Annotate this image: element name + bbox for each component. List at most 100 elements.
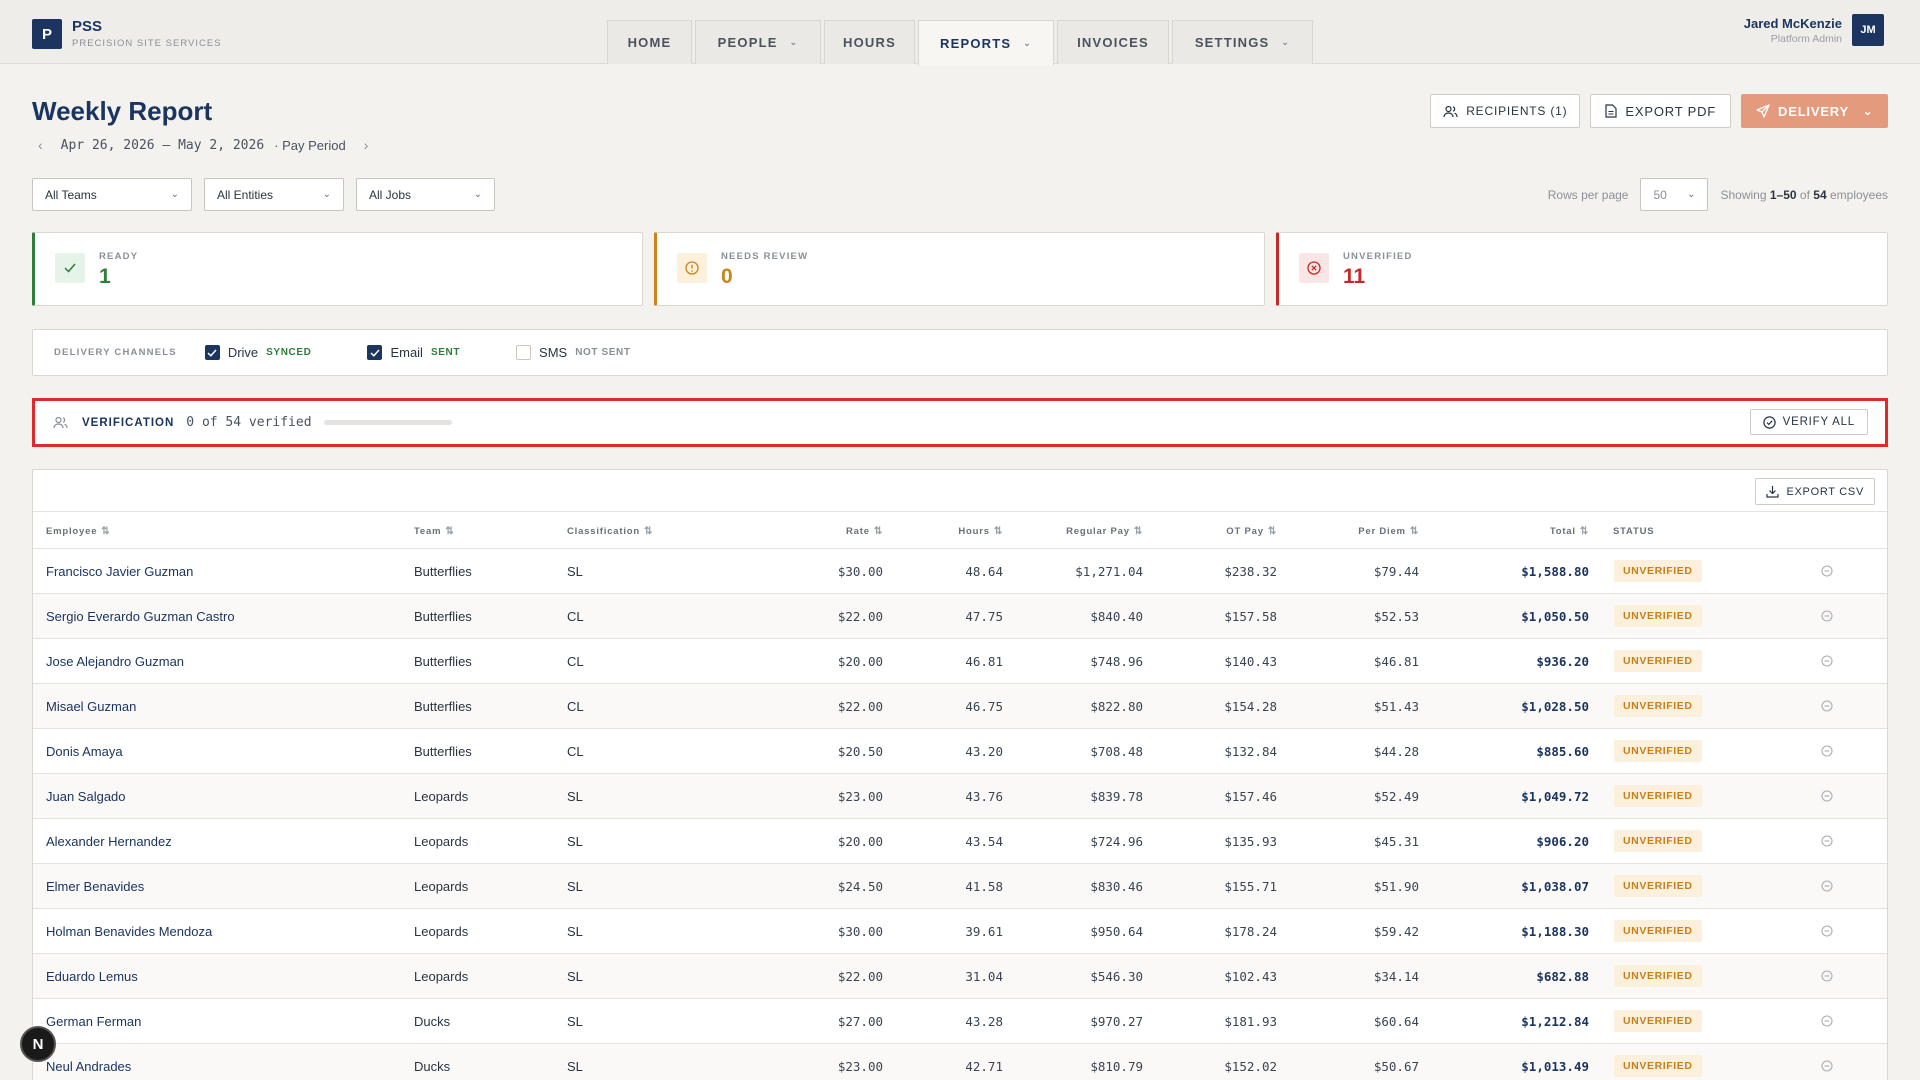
stat-card-unverified[interactable]: UNVERIFIED 11 xyxy=(1276,232,1888,306)
recipients-button[interactable]: RECIPIENTS (1) xyxy=(1430,94,1581,128)
cell-total: $1,013.49 xyxy=(1521,1059,1589,1074)
x-circle-icon xyxy=(1299,253,1329,283)
minus-circle-icon[interactable] xyxy=(1821,924,1833,942)
cell-team: Leopards xyxy=(414,969,469,984)
table-row[interactable]: Elmer Benavides Leopards SL $24.50 41.58 $830… xyxy=(33,864,1887,909)
table-row[interactable]: Francisco Javier Guzman Butterflies SL $30.… xyxy=(33,549,1887,594)
cell-employee[interactable]: Misael Guzman xyxy=(46,699,136,714)
minus-circle-icon[interactable] xyxy=(1821,969,1833,987)
cell-employee[interactable]: Sergio Everardo Guzman Castro xyxy=(46,609,235,624)
cell-classification: SL xyxy=(567,879,583,894)
nav-tab-hours[interactable]: HOURS xyxy=(824,20,915,64)
nav-tab-label: SETTINGS xyxy=(1194,35,1270,50)
teams-select[interactable]: All Teams ⌄ xyxy=(32,178,192,211)
nav-tab-invoices[interactable]: INVOICES xyxy=(1057,20,1169,64)
verify-all-button[interactable]: VERIFY ALL xyxy=(1749,409,1868,435)
entities-select[interactable]: All Entities ⌄ xyxy=(204,178,344,211)
minus-circle-icon[interactable] xyxy=(1821,1014,1833,1032)
channel-email[interactable]: Email SENT xyxy=(367,345,460,360)
table-row[interactable]: Sergio Everardo Guzman Castro Butterflies… xyxy=(33,594,1887,639)
minus-circle-icon[interactable] xyxy=(1821,564,1833,582)
nav-tab-label: REPORTS xyxy=(940,35,1012,51)
column-label: Rate xyxy=(846,526,870,537)
minus-circle-icon[interactable] xyxy=(1821,834,1833,852)
table-row[interactable]: Juan Salgado Leopards SL $23.00 43.76 $839.78… xyxy=(33,774,1887,819)
floating-action-button[interactable]: N xyxy=(20,1026,56,1062)
nav-tab-people[interactable]: PEOPLE ⌄ xyxy=(695,20,821,64)
sort-icon: ⇅ xyxy=(873,526,883,537)
table-row[interactable]: Neul Andrades Ducks SL $23.00 42.71 $810.79 $1… xyxy=(33,1044,1887,1080)
chevron-right-icon[interactable]: › xyxy=(364,137,369,153)
cell-classification: SL xyxy=(567,924,583,939)
sms-checkbox[interactable] xyxy=(516,345,532,360)
cell-employee[interactable]: Donis Amaya xyxy=(46,744,123,759)
pagination-controls: Rows per page 50 ⌄ Showing 1–50 of 54 em… xyxy=(1548,178,1888,211)
status-badge: UNVERIFIED xyxy=(1614,920,1702,942)
cell-total: $936.20 xyxy=(1536,654,1589,669)
column-header-classification[interactable]: Classification ⇅ xyxy=(567,526,653,537)
cell-rate: $22.00 xyxy=(837,969,883,984)
column-header-rate[interactable]: Rate ⇅ xyxy=(846,526,883,537)
cell-hours: 47.75 xyxy=(965,609,1003,624)
export-csv-button[interactable]: EXPORT CSV xyxy=(1755,478,1875,505)
avatar[interactable]: JM xyxy=(1852,14,1884,46)
nav-tab-home[interactable]: HOME xyxy=(607,20,692,64)
channels-title: DELIVERY CHANNELS xyxy=(54,347,177,358)
minus-circle-icon[interactable] xyxy=(1821,744,1833,762)
cell-employee[interactable]: Neul Andrades xyxy=(46,1059,131,1074)
minus-circle-icon[interactable] xyxy=(1821,654,1833,672)
table-row[interactable]: Holman Benavides Mendoza Leopards SL $30.00… xyxy=(33,909,1887,954)
user-menu[interactable]: Jared McKenzie Platform Admin JM xyxy=(1744,14,1884,46)
export-pdf-button[interactable]: EXPORT PDF xyxy=(1590,94,1732,128)
brand[interactable]: P PSS PRECISION SITE SERVICES xyxy=(32,19,222,49)
nav-tab-label: INVOICES xyxy=(1077,35,1149,50)
column-header-total[interactable]: Total ⇅ xyxy=(1550,526,1589,537)
cell-employee[interactable]: Holman Benavides Mendoza xyxy=(46,924,212,939)
minus-circle-icon[interactable] xyxy=(1821,1059,1833,1077)
jobs-select[interactable]: All Jobs ⌄ xyxy=(356,178,495,211)
column-header-per-diem[interactable]: Per Diem ⇅ xyxy=(1358,526,1419,537)
sort-icon: ⇅ xyxy=(993,526,1003,537)
cell-team: Ducks xyxy=(414,1059,451,1074)
table-row[interactable]: Alexander Hernandez Leopards SL $20.00 43.54… xyxy=(33,819,1887,864)
minus-circle-icon[interactable] xyxy=(1821,609,1833,627)
column-header-hours[interactable]: Hours ⇅ xyxy=(958,526,1003,537)
cell-employee[interactable]: German Ferman xyxy=(46,1014,141,1029)
cell-employee[interactable]: Alexander Hernandez xyxy=(46,834,172,849)
showing-range: 1–50 xyxy=(1769,187,1797,202)
minus-circle-icon[interactable] xyxy=(1821,879,1833,897)
status-badge: UNVERIFIED xyxy=(1614,605,1702,627)
table-row[interactable]: Eduardo Lemus Leopards SL $22.00 31.04 $546.3… xyxy=(33,954,1887,999)
minus-circle-icon[interactable] xyxy=(1821,699,1833,717)
table-row[interactable]: Donis Amaya Butterflies CL $20.50 43.20 $708.… xyxy=(33,729,1887,774)
column-header-employee[interactable]: Employee ⇅ xyxy=(46,526,110,537)
channel-sms[interactable]: SMS NOT SENT xyxy=(516,345,631,360)
table-row[interactable]: Jose Alejandro Guzman Butterflies CL $20.00… xyxy=(33,639,1887,684)
column-header-team[interactable]: Team ⇅ xyxy=(414,526,455,537)
cell-classification: SL xyxy=(567,969,583,984)
table-row[interactable]: Misael Guzman Butterflies CL $22.00 46.75 $82… xyxy=(33,684,1887,729)
table-row[interactable]: German Ferman Ducks SL $27.00 43.28 $970.27 $1… xyxy=(33,999,1887,1044)
cell-employee[interactable]: Juan Salgado xyxy=(46,789,126,804)
chevron-left-icon[interactable]: ‹ xyxy=(38,137,43,153)
column-header-regular-pay[interactable]: Regular Pay ⇅ xyxy=(1066,526,1143,537)
drive-checkbox[interactable] xyxy=(204,345,220,360)
email-checkbox[interactable] xyxy=(367,345,383,360)
verify-all-label: VERIFY ALL xyxy=(1782,416,1855,428)
stat-card-ready[interactable]: READY 1 xyxy=(32,232,643,306)
cell-employee[interactable]: Eduardo Lemus xyxy=(46,969,138,984)
nav-tab-reports[interactable]: REPORTS ⌄ xyxy=(918,20,1054,65)
delivery-button[interactable]: DELIVERY ⌄ xyxy=(1741,94,1888,128)
cell-employee[interactable]: Elmer Benavides xyxy=(46,879,144,894)
cell-employee[interactable]: Francisco Javier Guzman xyxy=(46,564,193,579)
channel-drive[interactable]: Drive SYNCED xyxy=(204,345,312,360)
rows-per-page-select[interactable]: 50 ⌄ xyxy=(1640,178,1709,211)
chevron-down-icon: ⌄ xyxy=(473,189,482,200)
stat-card-needs-review[interactable]: NEEDS REVIEW 0 xyxy=(654,232,1265,306)
cell-ot-pay: $181.93 xyxy=(1224,1014,1277,1029)
minus-circle-icon[interactable] xyxy=(1821,789,1833,807)
column-header-ot-pay[interactable]: OT Pay ⇅ xyxy=(1226,526,1277,537)
status-badge: UNVERIFIED xyxy=(1614,965,1702,987)
cell-employee[interactable]: Jose Alejandro Guzman xyxy=(46,654,184,669)
nav-tab-settings[interactable]: SETTINGS ⌄ xyxy=(1172,20,1313,64)
